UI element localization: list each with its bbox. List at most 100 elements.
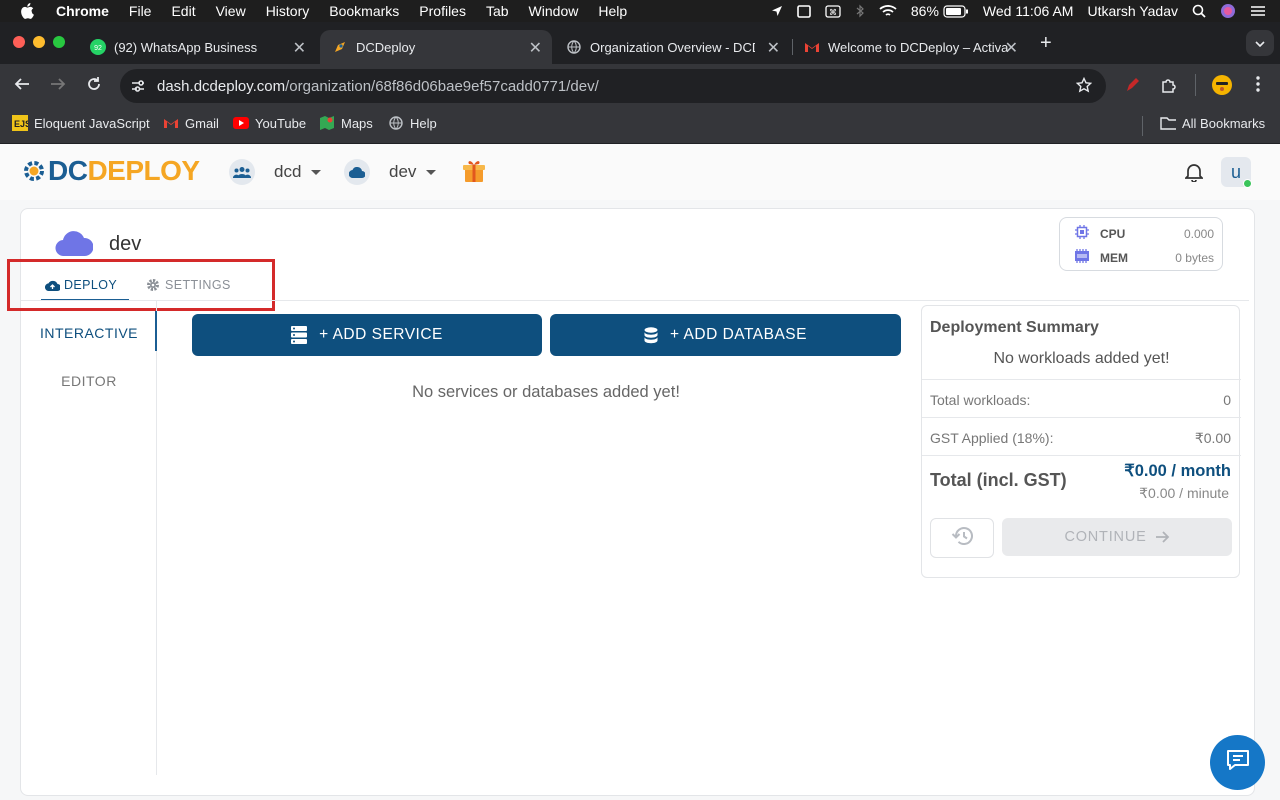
- environment-card: dev CPU 0.000 MEM 0 bytes DEPLOY SETTING…: [7, 208, 1255, 796]
- control-center-icon[interactable]: [1250, 4, 1266, 18]
- menu-history[interactable]: History: [266, 3, 310, 19]
- browser-tab-whatsapp[interactable]: 92 (92) WhatsApp Business ✕: [78, 30, 316, 64]
- gmail-icon: [163, 115, 179, 131]
- bookmark-gmail[interactable]: Gmail: [163, 115, 219, 131]
- gift-icon[interactable]: [463, 158, 485, 189]
- add-service-label: + ADD SERVICE: [319, 326, 443, 343]
- address-bar[interactable]: dash.dcdeploy.com/organization/68f86d06b…: [120, 69, 1106, 103]
- menu-view[interactable]: View: [216, 3, 246, 19]
- browser-menu-icon[interactable]: [1256, 76, 1260, 97]
- battery-percent: 86%: [910, 3, 939, 19]
- spotlight-search-icon[interactable]: [1192, 4, 1206, 18]
- menu-chrome[interactable]: Chrome: [56, 3, 109, 19]
- history-button[interactable]: [930, 518, 994, 558]
- browser-tab-gmail[interactable]: Welcome to DCDeploy – Activate ✕: [792, 30, 1028, 64]
- bookmark-star-icon[interactable]: [1075, 76, 1093, 98]
- menu-file[interactable]: File: [129, 3, 152, 19]
- browser-tab-dcdeploy[interactable]: DCDeploy ✕: [320, 30, 552, 64]
- dcdeploy-logo[interactable]: DC DEPLOY: [22, 155, 200, 186]
- tabs-divider: [21, 300, 1249, 301]
- minimize-window-button[interactable]: [33, 36, 45, 48]
- bluetooth-icon[interactable]: [855, 4, 865, 18]
- server-icon: [291, 326, 308, 344]
- bookmark-youtube[interactable]: YouTube: [233, 115, 306, 131]
- close-tab-icon[interactable]: ✕: [1005, 38, 1018, 58]
- maps-icon: [319, 115, 335, 131]
- apple-icon[interactable]: [20, 3, 38, 19]
- clock-datetime[interactable]: Wed 11:06 AM: [983, 3, 1074, 19]
- tab-title: Welcome to DCDeploy – Activate: [828, 39, 1008, 55]
- dcdeploy-favicon: [332, 39, 348, 55]
- wifi-icon[interactable]: [879, 4, 897, 18]
- summary-empty-message: No workloads added yet!: [993, 350, 1170, 367]
- logo-text-deploy: DEPLOY: [87, 155, 200, 186]
- browser-tab-org-overview[interactable]: Organization Overview - DCDeploy ✕: [554, 30, 790, 64]
- chevron-down-icon: [1255, 34, 1265, 52]
- total-per-minute: ₹0.00 / minute: [1139, 485, 1229, 501]
- sidenav-active-indicator: [155, 311, 157, 351]
- org-name: dcd: [274, 162, 302, 181]
- env-name: dev: [389, 162, 417, 181]
- reload-icon[interactable]: [86, 76, 102, 97]
- sidenav-interactive[interactable]: INTERACTIVE: [21, 325, 157, 341]
- org-selector[interactable]: dcd: [229, 159, 322, 185]
- back-arrow-icon[interactable]: [14, 76, 30, 97]
- bookmark-label: Maps: [341, 115, 373, 131]
- menu-help[interactable]: Help: [598, 3, 627, 19]
- continue-label: CONTINUE: [1064, 529, 1147, 545]
- siri-icon[interactable]: [1220, 3, 1236, 19]
- extensions-puzzle-icon[interactable]: [1160, 76, 1178, 99]
- screen-mirror-icon[interactable]: [797, 4, 811, 18]
- add-database-button[interactable]: + ADD DATABASE: [550, 314, 901, 356]
- extension-pen-icon[interactable]: [1124, 76, 1140, 99]
- url-path: /organization/68f86d06bae9ef57cadd0771/d…: [285, 78, 599, 95]
- env-cloud-icon: [55, 229, 94, 262]
- forward-arrow-icon[interactable]: [50, 76, 66, 97]
- profile-avatar-icon[interactable]: [1211, 74, 1233, 101]
- battery-icon[interactable]: [943, 4, 969, 18]
- svg-text:EJS: EJS: [14, 119, 28, 129]
- keyboard-icon[interactable]: ⌘: [825, 4, 841, 18]
- chat-support-button[interactable]: [1210, 735, 1265, 790]
- close-window-button[interactable]: [13, 36, 25, 48]
- close-tab-icon[interactable]: ✕: [529, 38, 542, 58]
- notification-bell-icon[interactable]: [1183, 162, 1205, 187]
- app-header: DC DEPLOY dcd dev u: [0, 144, 1280, 200]
- side-navigation: INTERACTIVE EDITOR: [21, 301, 157, 775]
- tab-search-button[interactable]: [1246, 30, 1274, 56]
- macos-menu-bar: Chrome File Edit View History Bookmarks …: [0, 0, 1280, 22]
- chat-bubble-icon: [1226, 749, 1250, 776]
- add-service-button[interactable]: + ADD SERVICE: [192, 314, 542, 356]
- user-name[interactable]: Utkarsh Yadav: [1087, 3, 1178, 19]
- all-bookmarks-folder[interactable]: All Bookmarks: [1160, 115, 1265, 131]
- menu-bookmarks[interactable]: Bookmarks: [329, 3, 399, 19]
- menu-window[interactable]: Window: [529, 3, 579, 19]
- maximize-window-button[interactable]: [53, 36, 65, 48]
- caret-down-icon: [426, 169, 437, 175]
- site-info-icon[interactable]: [130, 78, 146, 99]
- cpu-chip-icon: [1074, 224, 1090, 243]
- new-tab-button[interactable]: +: [1040, 32, 1052, 55]
- url-text: dash.dcdeploy.com/organization/68f86d06b…: [157, 78, 599, 95]
- menu-profiles[interactable]: Profiles: [419, 3, 466, 19]
- memory-icon: [1074, 249, 1090, 266]
- summary-title: Deployment Summary: [930, 319, 1099, 336]
- close-tab-icon[interactable]: ✕: [293, 38, 306, 58]
- env-selector[interactable]: dev: [344, 159, 437, 185]
- cpu-value: 0.000: [1183, 226, 1214, 241]
- close-tab-icon[interactable]: ✕: [767, 38, 780, 58]
- cloud-icon: [344, 159, 370, 185]
- gst-row: GST Applied (18%): ₹0.00: [922, 417, 1241, 455]
- menu-tab[interactable]: Tab: [486, 3, 509, 19]
- location-arrow-icon[interactable]: [771, 5, 783, 17]
- bookmark-eloquent-js[interactable]: EJS Eloquent JavaScript: [12, 115, 150, 131]
- menu-edit[interactable]: Edit: [171, 3, 195, 19]
- whatsapp-icon: 92: [90, 39, 106, 55]
- continue-button[interactable]: CONTINUE: [1002, 518, 1232, 556]
- bookmark-help[interactable]: Help: [388, 115, 437, 131]
- history-icon: [951, 526, 973, 551]
- sidenav-editor[interactable]: EDITOR: [21, 373, 157, 389]
- avatar-letter: u: [1230, 161, 1241, 182]
- bookmark-maps[interactable]: Maps: [319, 115, 373, 131]
- user-avatar[interactable]: u: [1221, 157, 1252, 188]
